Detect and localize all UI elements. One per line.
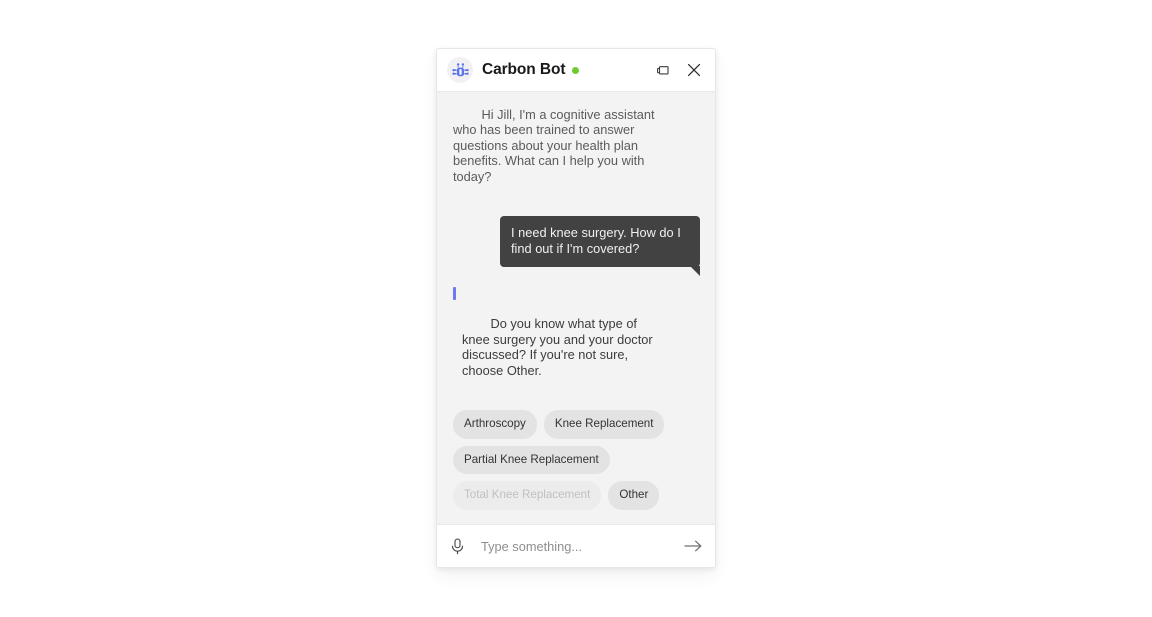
bot-message-prompt-text: Do you know what type of knee surgery yo…	[462, 316, 657, 379]
status-badge	[572, 66, 580, 74]
user-message-row: I need knee surgery. How do I find out i…	[453, 216, 700, 277]
robot-bot-avatar-icon	[447, 57, 473, 83]
page-title: Carbon Bot	[482, 61, 566, 78]
microphone-icon[interactable]	[448, 537, 466, 555]
chat-widget: Carbon Bot Hi Jill, I'm a cognitive assi…	[436, 48, 716, 568]
quick-reply-partial-knee-replacement[interactable]: Partial Knee Replacement	[453, 445, 610, 475]
user-message-bubble: I need knee surgery. How do I find out i…	[500, 216, 700, 277]
chat-header: Carbon Bot	[437, 49, 715, 92]
message-list[interactable]: Hi Jill, I'm a cognitive assistant who h…	[437, 92, 715, 524]
bot-message-prompt: Do you know what type of knee surgery yo…	[453, 285, 668, 394]
quick-reply-list: Arthroscopy Knee Replacement Partial Kne…	[453, 410, 668, 510]
message-input[interactable]	[479, 537, 683, 555]
quick-reply-knee-replacement[interactable]: Knee Replacement	[543, 410, 665, 439]
restore-window-icon[interactable]	[653, 61, 671, 79]
quick-reply-arthroscopy[interactable]: Arthroscopy	[453, 410, 537, 439]
header-title-group: Carbon Bot	[482, 61, 653, 79]
page-canvas: Carbon Bot Hi Jill, I'm a cognitive assi…	[0, 0, 1152, 617]
user-message-text: I need knee surgery. How do I find out i…	[511, 225, 681, 257]
quick-reply-total-knee-replacement[interactable]: Total Knee Replacement	[453, 481, 602, 510]
accent-bar	[453, 287, 456, 301]
message-composer	[437, 524, 715, 567]
header-actions	[653, 61, 703, 79]
send-button[interactable]	[683, 536, 703, 556]
close-icon[interactable]	[685, 61, 703, 79]
bot-message-text: Hi Jill, I'm a cognitive assistant who h…	[453, 106, 659, 184]
bubble-tail	[690, 266, 700, 277]
quick-reply-other[interactable]: Other	[608, 481, 660, 510]
bot-message: Hi Jill, I'm a cognitive assistant who h…	[453, 92, 659, 200]
